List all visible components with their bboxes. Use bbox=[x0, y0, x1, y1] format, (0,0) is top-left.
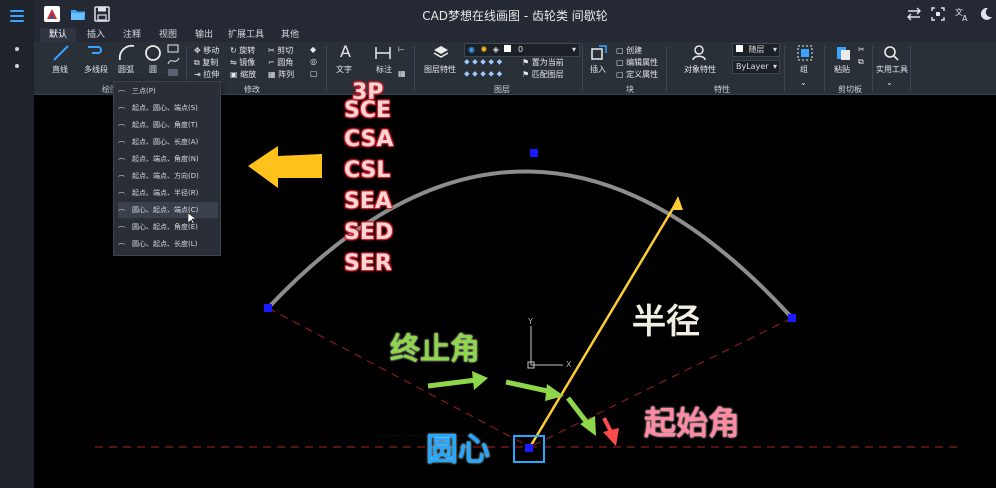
cmd-sed: SED bbox=[344, 220, 394, 245]
arc-sed-icon: ⌒ bbox=[118, 175, 125, 183]
menu-item-sca[interactable]: ⌒ 起点、圆心、角度(T) bbox=[118, 117, 218, 133]
cmd-ser: SER bbox=[344, 251, 392, 276]
menu-item-sea[interactable]: ⌒ 起点、端点、角度(N) bbox=[118, 151, 218, 167]
menu-item-label: 起点、端点、半径(R) bbox=[132, 189, 199, 197]
cmd-csl: CSL bbox=[344, 158, 391, 183]
center-annotation: 圆心 bbox=[426, 430, 491, 468]
menu-item-label: 起点、端点、角度(N) bbox=[132, 155, 199, 163]
arc-mid-grip bbox=[530, 149, 538, 157]
menu-item-label: 起点、端点、方向(D) bbox=[132, 172, 199, 180]
arc-dropdown-menu: ⌒ 三点(P) ⌒ 起点、圆心、端点(S) ⌒ 起点、圆心、角度(T) ⌒ 起点、圆心、… bbox=[113, 81, 221, 256]
cmd-csa: CSA bbox=[344, 127, 394, 152]
menu-item-label: 三点(P) bbox=[132, 87, 156, 95]
menu-item-sed[interactable]: ⌒ 起点、端点、方向(D) bbox=[118, 168, 218, 184]
menu-item-cse[interactable]: ⌒ 圆心、起点、端点(C) bbox=[118, 202, 218, 218]
arc-csa-icon: ⌒ bbox=[118, 226, 125, 234]
mouse-cursor-icon bbox=[188, 213, 196, 225]
menu-item-label: 起点、圆心、长度(A) bbox=[132, 138, 199, 146]
arc-start-grip bbox=[264, 304, 272, 312]
cmd-sce: SCE bbox=[344, 98, 392, 123]
radius-arrowhead bbox=[671, 196, 683, 210]
center-grip bbox=[525, 444, 533, 452]
arc-csl-icon: ⌒ bbox=[118, 243, 125, 251]
menu-item-label: 起点、圆心、端点(S) bbox=[132, 104, 198, 112]
ucs-y-label: Y bbox=[528, 317, 533, 326]
arc-sea-icon: ⌒ bbox=[118, 158, 125, 166]
menu-item-sce[interactable]: ⌒ 起点、圆心、端点(S) bbox=[118, 100, 218, 116]
menu-item-csa[interactable]: ⌒ 圆心、起点、角度(E) bbox=[118, 219, 218, 235]
yellow-arrow-shape bbox=[248, 146, 322, 188]
start-angle-annotation: 起始角 bbox=[644, 404, 741, 442]
menu-item-3p[interactable]: ⌒ 三点(P) bbox=[118, 83, 218, 99]
arc-3p-icon: ⌒ bbox=[118, 90, 125, 98]
ucs-x-label: X bbox=[566, 360, 572, 369]
menu-item-label: 圆心、起点、长度(L) bbox=[132, 240, 198, 248]
end-angle-annotation: 终止角 bbox=[390, 332, 480, 367]
menu-item-label: 起点、圆心、角度(T) bbox=[132, 121, 198, 129]
radius-annotation: 半径 bbox=[632, 302, 700, 342]
arc-cse-icon: ⌒ bbox=[118, 209, 125, 217]
menu-item-csl[interactable]: ⌒ 圆心、起点、长度(L) bbox=[118, 236, 218, 252]
arc-end-grip bbox=[788, 314, 796, 322]
menu-item-scl[interactable]: ⌒ 起点、圆心、长度(A) bbox=[118, 134, 218, 150]
arc-ser-icon: ⌒ bbox=[118, 192, 125, 200]
arc-sce-icon: ⌒ bbox=[118, 107, 125, 115]
arc-sca-icon: ⌒ bbox=[118, 124, 125, 132]
cmd-sea: SEA bbox=[344, 189, 392, 214]
menu-item-ser[interactable]: ⌒ 起点、端点、半径(R) bbox=[118, 185, 218, 201]
arc-scl-icon: ⌒ bbox=[118, 141, 125, 149]
